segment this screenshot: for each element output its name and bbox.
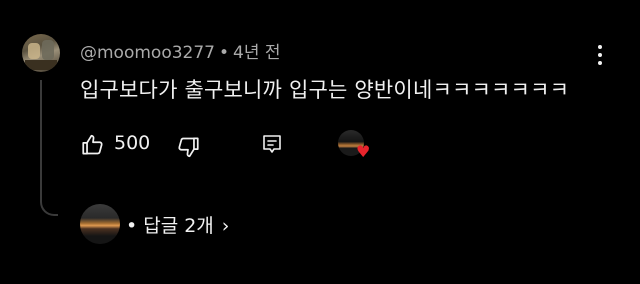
author-name[interactable]: @moomoo3277 — [80, 43, 215, 63]
like-count: 500 — [114, 132, 151, 154]
comment-actions: 500 ♥ — [80, 128, 400, 160]
replies-label: 답글 2개 — [143, 215, 214, 237]
chevron-right-icon: › — [221, 215, 230, 237]
thumbs-down-icon[interactable] — [175, 134, 201, 160]
view-replies-button[interactable]: • 답글 2개 › — [80, 202, 320, 244]
reply-thread-connector — [40, 80, 58, 216]
comment-header: @moomoo3277 • 4년 전 — [80, 38, 281, 63]
thumbs-up-icon[interactable] — [80, 132, 106, 158]
comment-text: 입구보다가 출구보니까 입구는 양반이네ㅋㅋㅋㅋㅋㅋㅋ — [80, 78, 570, 102]
heart-icon: ♥ — [356, 142, 371, 161]
header-separator: • — [219, 43, 230, 63]
replies-separator: • — [126, 215, 138, 237]
author-avatar[interactable] — [22, 34, 60, 72]
creator-heart-badge: ♥ — [338, 130, 378, 162]
comment-time[interactable]: 4년 전 — [233, 43, 281, 63]
reply-icon[interactable] — [260, 133, 284, 157]
reply-author-avatar — [80, 204, 120, 244]
more-vert-icon[interactable] — [590, 40, 610, 70]
